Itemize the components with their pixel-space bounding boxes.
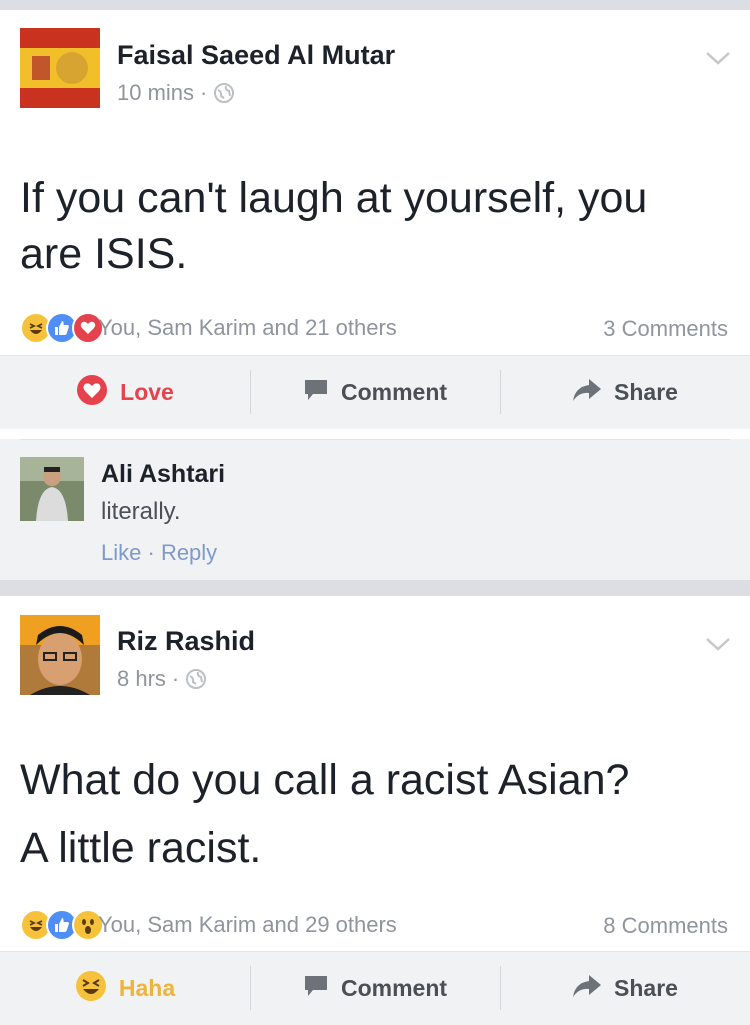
share-icon	[572, 377, 602, 409]
post-card: Faisal Saeed Al Mutar 10 mins · If you c…	[0, 10, 750, 580]
reactions-text: You, Sam Karim and 29 others	[98, 912, 397, 937]
share-button[interactable]: Share	[500, 952, 750, 1025]
share-label: Share	[614, 975, 678, 1001]
chevron-down-icon[interactable]	[704, 48, 732, 68]
meta-separator: ·	[200, 80, 208, 105]
comment-text: literally.	[101, 498, 181, 525]
share-label: Share	[614, 379, 678, 405]
post-time[interactable]: 8 hrs	[117, 666, 166, 692]
comment-section: Ali Ashtari literally. Like · Reply	[0, 439, 750, 580]
comments-count[interactable]: 3 Comments	[603, 316, 728, 342]
chevron-down-icon[interactable]	[704, 634, 732, 654]
divider	[20, 439, 730, 440]
author-name[interactable]: Riz Rashid	[117, 626, 255, 657]
comment-like-link[interactable]: Like	[101, 540, 141, 565]
post-card: Riz Rashid 8 hrs · What do you call a ra…	[0, 596, 750, 1025]
post-text: If you can't laugh at yourself, you are …	[20, 170, 730, 282]
globe-icon	[213, 82, 235, 104]
meta-separator: ·	[171, 666, 180, 691]
post-time[interactable]: 10 mins	[117, 80, 194, 106]
comment-link-separator: ·	[147, 540, 155, 565]
haha-button[interactable]: Haha	[0, 952, 250, 1025]
avatar[interactable]	[20, 615, 100, 695]
author-name[interactable]: Faisal Saeed Al Mutar	[117, 40, 395, 71]
post-text-line: What do you call a racist Asian?	[20, 756, 630, 804]
comment-button[interactable]: Comment	[250, 952, 500, 1025]
comment-author[interactable]: Ali Ashtari	[101, 460, 225, 489]
comment-reply-link[interactable]: Reply	[161, 540, 217, 565]
reactions-summary[interactable]: You, Sam Karim and 29 others	[20, 909, 397, 941]
avatar[interactable]	[20, 28, 100, 108]
love-icon	[76, 374, 108, 412]
post-text-line: If you can't laugh at yourself, you	[20, 174, 648, 222]
comment-label: Comment	[340, 975, 448, 1001]
share-button[interactable]: Share	[500, 356, 750, 429]
comment-actions: Like · Reply	[101, 540, 217, 566]
haha-label: Haha	[118, 975, 176, 1001]
comment-label: Comment	[340, 379, 448, 405]
post-meta: 10 mins ·	[117, 80, 235, 106]
action-bar: Haha Comment Share	[0, 951, 750, 1025]
comment-icon	[303, 377, 329, 409]
post-text: What do you call a racist Asian? A littl…	[20, 746, 730, 882]
reactions-text: You, Sam Karim and 21 others	[98, 315, 397, 340]
avatar[interactable]	[20, 457, 84, 521]
post-text-line: are ISIS.	[20, 230, 188, 278]
post-meta: 8 hrs ·	[117, 666, 207, 692]
comment-button[interactable]: Comment	[250, 356, 500, 429]
share-icon	[572, 973, 602, 1005]
post-text-line: A little racist.	[20, 824, 262, 872]
action-bar: Love Comment Share	[0, 355, 750, 429]
haha-icon	[75, 970, 107, 1008]
love-button[interactable]: Love	[0, 356, 250, 429]
comments-count[interactable]: 8 Comments	[603, 913, 728, 939]
comment-icon	[303, 973, 329, 1005]
reactions-summary[interactable]: You, Sam Karim and 21 others	[20, 312, 397, 344]
love-label: Love	[120, 379, 174, 405]
globe-icon	[185, 668, 207, 690]
